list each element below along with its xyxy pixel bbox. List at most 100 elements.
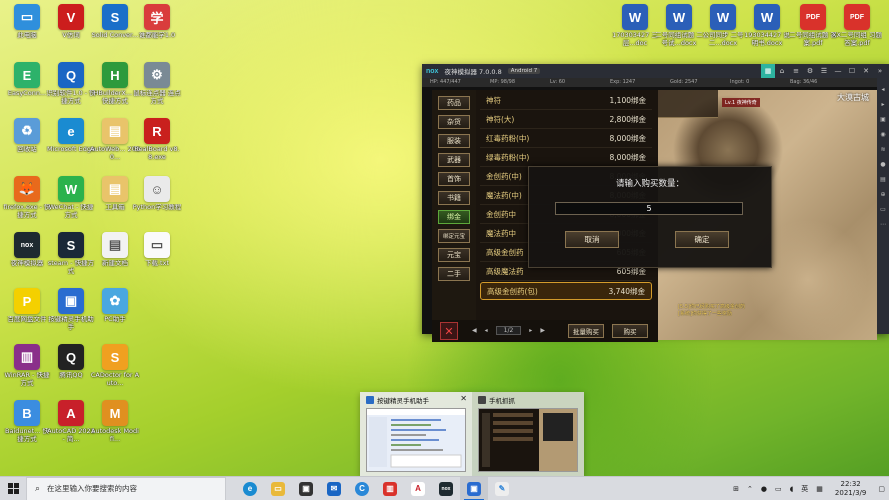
keyboard-icon[interactable]: ▦ (761, 64, 775, 78)
home-icon[interactable]: ⌂ (775, 64, 789, 78)
desktop-icon[interactable]: B Baidunet... 快捷方式 (4, 400, 50, 443)
desktop-icon[interactable]: M Autodesk Modifi... (91, 400, 139, 443)
last-page-icon[interactable]: ▶ (540, 327, 545, 334)
volume-down-icon[interactable]: ▸ (881, 101, 884, 108)
first-page-icon[interactable]: ◀ (472, 327, 477, 334)
folder-icon[interactable]: ▭ (880, 206, 886, 213)
tray-chevron-icon[interactable]: ⌃ (747, 485, 753, 493)
gear-icon[interactable]: ⚙ (803, 64, 817, 78)
settings-icon[interactable]: ≡ (789, 64, 803, 78)
desktop-icon[interactable]: PDF 二号同组试题 答案.pdf (789, 4, 837, 47)
desktop-icon[interactable]: e Microsoft Edge (47, 118, 95, 154)
expand-icon[interactable]: » (873, 64, 887, 78)
taskbar-phone-capture[interactable]: ✎ (488, 477, 516, 500)
ime-grid-icon[interactable]: ▦ (816, 485, 823, 493)
apk-icon[interactable]: ⊕ (880, 191, 885, 198)
volume-up-icon[interactable]: ◂ (881, 86, 884, 93)
desktop-icon[interactable]: 🦊 firefox.exe - 快捷方式 (3, 176, 51, 219)
shop-item-row[interactable]: 红毒药粉(中) 8,000绑金 (480, 130, 652, 148)
desktop-icon[interactable]: Q 识别软件1.0 - 快捷方式 (46, 62, 96, 105)
desktop-icon[interactable]: ▣ 按键精灵手机助手 (48, 288, 94, 331)
next-page-icon[interactable]: ▸ (529, 327, 532, 334)
maximize-icon[interactable]: ☐ (845, 64, 859, 78)
screenshot-icon[interactable]: ▣ (880, 116, 886, 123)
shop-item-row[interactable]: 神符 1,100绑金 (480, 92, 652, 110)
start-button[interactable] (0, 477, 26, 500)
tray-app-icon[interactable]: ⊞ (733, 485, 739, 493)
taskbar-search-box[interactable]: ⌕ 在这里输入你要搜索的内容 (26, 476, 226, 500)
category-button[interactable]: 绑定元宝 (438, 229, 470, 243)
desktop-icon[interactable]: W 二号同组试题 二号试...docx (655, 4, 703, 47)
confirm-button[interactable]: 确定 (675, 231, 729, 248)
desktop-icon[interactable]: Ssteam - 快捷方式 (48, 232, 94, 275)
desktop-icon[interactable]: R RealBoard v8.8.exe (134, 118, 180, 161)
category-button[interactable]: 杂货 (438, 115, 470, 129)
desktop-icon[interactable]: W WeChat - 快捷方式 (48, 176, 94, 219)
mic-icon[interactable]: ● (761, 485, 767, 493)
game-screen[interactable]: HP: 447/447 MP: 98/98 Lv: 60 Exp: 1247 Gold:… (422, 78, 877, 342)
shop-item-row[interactable]: 高级金创药(包) 3,740绑金 (480, 282, 652, 300)
more-icon[interactable]: ⋯ (880, 221, 886, 228)
thumbnail-anjian-assistant[interactable]: 按键精灵手机助手 ✕ (360, 392, 472, 476)
shake-icon[interactable]: ≋ (880, 146, 885, 153)
location-icon[interactable]: ◉ (880, 131, 885, 138)
desktop-icon[interactable]: V Ⅴ仿词 (48, 4, 94, 40)
category-button[interactable]: 绑金 (438, 210, 470, 224)
minimize-icon[interactable]: — (831, 64, 845, 78)
taskbar-autocad[interactable]: A (404, 477, 432, 500)
shop-close-button[interactable]: ✕ (440, 322, 458, 340)
desktop-icon[interactable]: A AutoCAD 2021 - 简... (47, 400, 95, 443)
thumbnail-close-icon[interactable]: ✕ (460, 394, 467, 403)
clock[interactable]: 22:32 2021/3/9 (835, 480, 866, 498)
desktop-icon[interactable]: 学谁都能学1.0 (134, 4, 180, 40)
close-icon[interactable]: ✕ (859, 64, 873, 78)
desktop-icon[interactable]: ✿ PC助手 (92, 288, 138, 324)
network-icon[interactable]: ▭ (775, 485, 782, 493)
menu-icon[interactable]: ☰ (817, 64, 831, 78)
category-button[interactable]: 首饰 (438, 172, 470, 186)
desktop-icon[interactable]: E EasyConn... (4, 62, 50, 98)
desktop-icon[interactable]: W 公司同步 二号二...docx (700, 4, 746, 47)
category-button[interactable]: 武器 (438, 153, 470, 167)
taskbar-store[interactable]: ▣ (292, 477, 320, 500)
batch-buy-button[interactable]: 批量购买 (568, 324, 604, 338)
ime-indicator[interactable]: 英 (801, 484, 808, 494)
desktop-icon[interactable]: ▥ WinRAR - 快捷方式 (4, 344, 50, 387)
desktop-icon[interactable]: nox 夜神模拟器 (4, 232, 50, 268)
desktop-icon[interactable]: ▭ 此电脑 (4, 4, 50, 40)
taskbar-app-blue[interactable]: C (348, 477, 376, 500)
desktop-icon[interactable]: ☺ Python学习教程 (133, 176, 181, 212)
category-button[interactable]: 元宝 (438, 248, 470, 262)
thumbnail-phone-capture[interactable]: 手机抓抓 (472, 392, 584, 476)
buy-button[interactable]: 购买 (612, 324, 648, 338)
category-button[interactable]: 书籍 (438, 191, 470, 205)
emulator-titlebar[interactable]: nox 夜神模拟器 7.0.0.8 Android 7 ▦ ⌂ ≡ ⚙ ☰ — … (422, 64, 889, 78)
desktop-icon[interactable]: ⚙ 鼠标连点器 连点方式 (133, 62, 181, 105)
desktop-icon[interactable]: ▭ 下载.txt (134, 232, 180, 268)
taskbar-file-explorer[interactable]: ▭ (264, 477, 292, 500)
taskbar-anjian[interactable]: ▣ (460, 476, 488, 500)
volume-icon[interactable]: ◖ (790, 485, 794, 493)
taskbar-nox[interactable]: nox (432, 477, 460, 500)
taskbar-edge[interactable]: e (236, 477, 264, 500)
category-button[interactable]: 二手 (438, 267, 470, 281)
category-button[interactable]: 药品 (438, 96, 470, 110)
quantity-input[interactable]: 5 (555, 202, 743, 215)
category-button[interactable]: 服装 (438, 134, 470, 148)
desktop-icon[interactable]: Q 腾讯QQ (48, 344, 94, 380)
desktop-icon[interactable]: W 193034427 说明书.docx (744, 4, 790, 47)
taskbar-app-red[interactable]: ▥ (376, 477, 404, 500)
desktop-icon[interactable]: S CADoctor for Auto... (91, 344, 139, 387)
record-icon[interactable]: ● (880, 161, 885, 168)
desktop-icon[interactable]: ♻ 回收站 (4, 118, 50, 154)
cancel-button[interactable]: 取消 (565, 231, 619, 248)
prev-page-icon[interactable]: ◂ (485, 327, 488, 334)
desktop-icon[interactable]: W 170303427 三层...doc (612, 4, 658, 47)
taskbar-mail[interactable]: ✉ (320, 477, 348, 500)
multi-instance-icon[interactable]: ▤ (880, 176, 886, 183)
shop-item-row[interactable]: 神符(大) 2,800绑金 (480, 111, 652, 129)
notifications-icon[interactable]: ▢ (878, 485, 885, 493)
desktop-icon[interactable]: PDF XX二号同组 习题答案.pdf (832, 4, 882, 47)
desktop-icon[interactable]: P 百度网盘文件 (4, 288, 50, 324)
shop-item-row[interactable]: 绿毒药粉(中) 8,000绑金 (480, 149, 652, 167)
